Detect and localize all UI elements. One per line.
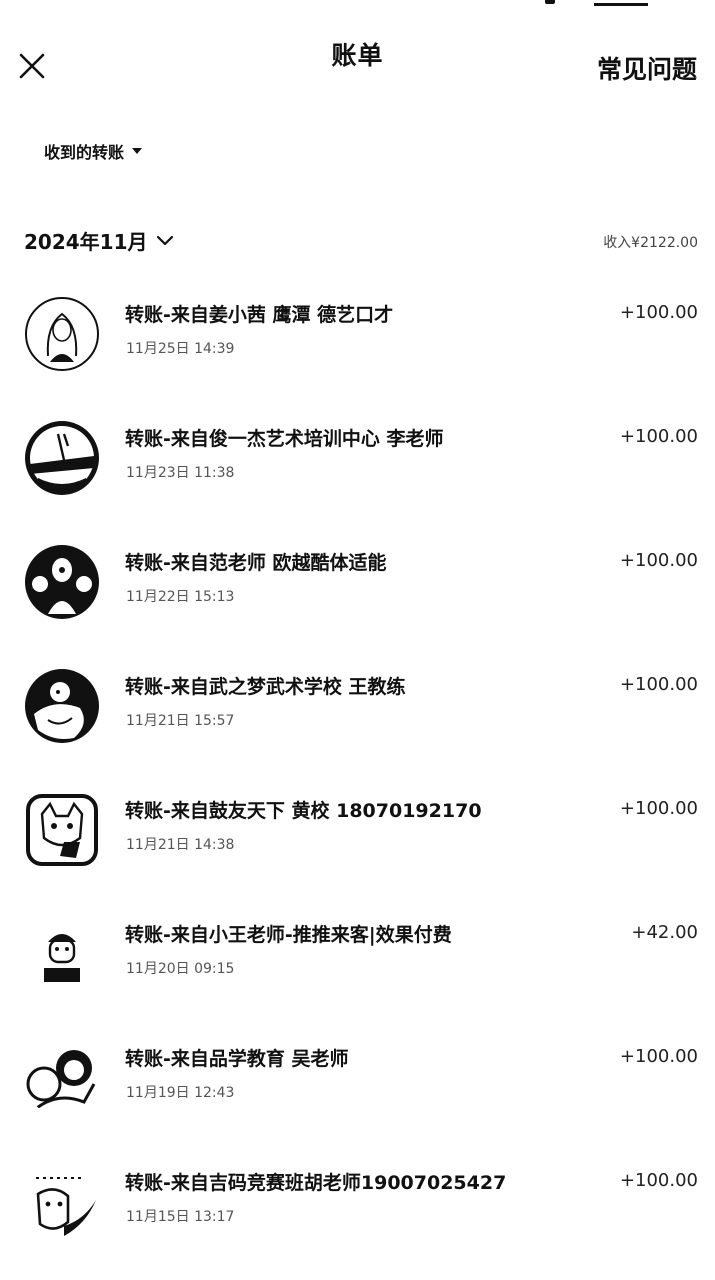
transaction-title: 转账-来自俊一杰艺术培训中心 李老师: [125, 428, 444, 450]
family-photo-avatar: [24, 1040, 100, 1116]
transaction-item[interactable]: 转账-来自鼓友天下 黄校 18070192170 11月21日 14:38 +1…: [0, 764, 715, 888]
dancer-avatar: [24, 420, 100, 496]
transaction-title: 转账-来自小王老师-推推来客|效果付费: [125, 924, 452, 946]
transaction-item[interactable]: 转账-来自小王老师-推推来客|效果付费 11月20日 09:15 +42.00: [0, 888, 715, 1012]
filter-dropdown[interactable]: 收到的转账: [44, 139, 143, 163]
transaction-item[interactable]: 转账-来自俊一杰艺术培训中心 李老师 11月23日 11:38 +100.00: [0, 392, 715, 516]
transaction-title: 转账-来自吉码竞赛班胡老师19007025427: [125, 1172, 507, 1194]
transaction-amount: +100.00: [619, 1170, 698, 1191]
transaction-item[interactable]: 转账-来自姜小茜 鹰潭 德艺口才 11月25日 14:39 +100.00: [0, 268, 715, 392]
girl-portrait-avatar: [24, 296, 100, 372]
transaction-amount: +42.00: [631, 922, 698, 943]
faq-link[interactable]: 常见问题: [597, 50, 697, 86]
transaction-title: 转账-来自范老师 欧越酷体适能: [125, 552, 387, 574]
filter-label: 收到的转账: [44, 143, 125, 162]
people-photo-avatar: [24, 544, 100, 620]
transaction-item[interactable]: 转账-来自范老师 欧越酷体适能 11月22日 15:13 +100.00: [0, 516, 715, 640]
transaction-item[interactable]: 转账-来自品学教育 吴老师 11月19日 12:43 +100.00: [0, 1012, 715, 1136]
transaction-time: 11月21日 15:57: [126, 713, 235, 729]
transaction-time: 11月21日 14:38: [126, 837, 235, 853]
transaction-amount: +100.00: [619, 798, 698, 819]
transaction-title: 转账-来自武之梦武术学校 王教练: [125, 676, 406, 698]
chevron-down-icon: [156, 235, 173, 245]
transaction-amount: +100.00: [619, 550, 698, 571]
transaction-time: 11月22日 15:13: [126, 589, 235, 605]
transaction-item[interactable]: 转账-来自武之梦武术学校 王教练 11月21日 15:57 +100.00: [0, 640, 715, 764]
transaction-title: 转账-来自品学教育 吴老师: [125, 1048, 349, 1070]
cartoon-cat-avatar: [24, 792, 100, 868]
month-header: 2024年11月 收入¥2122.00: [0, 226, 715, 262]
transaction-amount: +100.00: [619, 302, 698, 323]
transaction-amount: +100.00: [619, 674, 698, 695]
transaction-amount: +100.00: [619, 426, 698, 447]
transaction-item[interactable]: 转账-来自吉码竞赛班胡老师19007025427 11月15日 13:17 +1…: [0, 1136, 715, 1260]
cartoon-boy-avatar: [24, 916, 100, 992]
transaction-time: 11月15日 13:17: [126, 1209, 235, 1225]
transaction-time: 11月19日 12:43: [126, 1085, 235, 1101]
header: 账单 常见问题: [0, 0, 715, 110]
transaction-amount: +100.00: [619, 1046, 698, 1067]
month-selector[interactable]: 2024年11月: [24, 226, 174, 255]
child-photo-avatar: [24, 668, 100, 744]
cartoon-pet-avatar: [24, 1164, 100, 1240]
month-summary: 收入¥2122.00: [603, 235, 698, 251]
transaction-time: 11月20日 09:15: [126, 961, 235, 977]
caret-down-icon: [132, 148, 143, 154]
transaction-title: 转账-来自鼓友天下 黄校 18070192170: [125, 800, 482, 822]
transaction-title: 转账-来自姜小茜 鹰潭 德艺口才: [125, 304, 394, 326]
transaction-time: 11月25日 14:39: [126, 341, 235, 357]
month-label: 2024年11月: [24, 230, 148, 254]
transaction-time: 11月23日 11:38: [126, 465, 235, 481]
